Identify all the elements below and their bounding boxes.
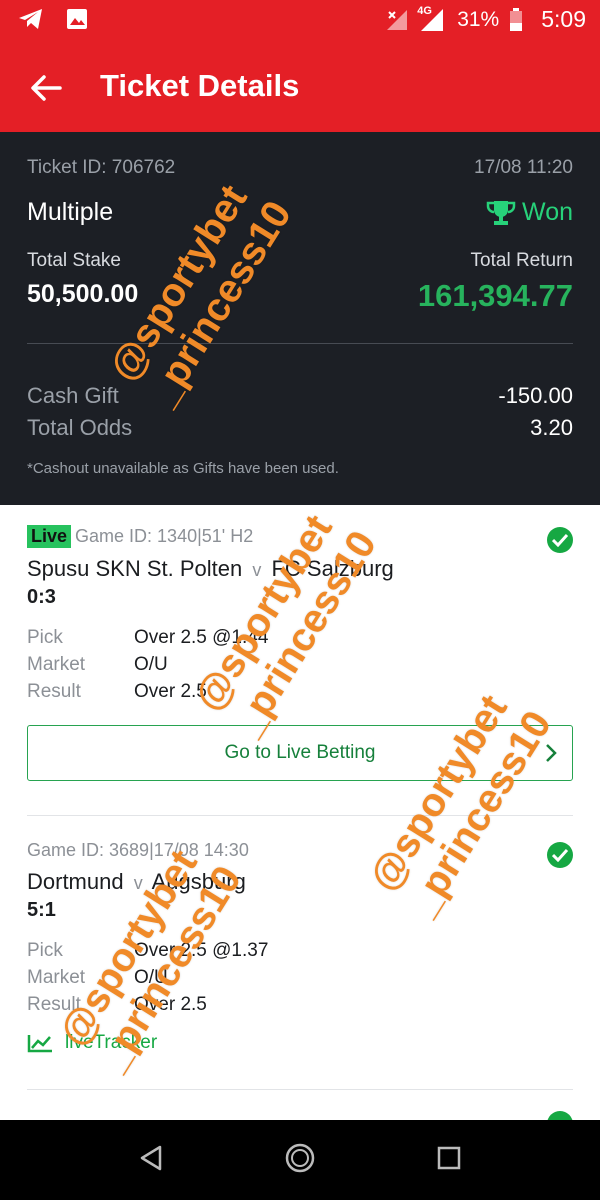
summary-divider xyxy=(27,343,573,344)
cash-gift-row: Cash Gift -150.00 xyxy=(27,383,573,409)
total-return-label: Total Return xyxy=(470,250,573,271)
status-bar: 4G 31% 5:09 xyxy=(0,0,600,42)
pick-row: Pick Over 2.5 @1.37 xyxy=(27,940,573,962)
cash-gift-value: -150.00 xyxy=(498,383,573,408)
live-tracker-link[interactable]: liveTracker xyxy=(27,1032,573,1054)
selection-card xyxy=(27,1105,573,1120)
nav-recents-button[interactable] xyxy=(437,1146,461,1175)
home-team: Spusu SKN St. Polten xyxy=(27,556,243,581)
match-score: 0:3 xyxy=(27,586,56,608)
selection-card: Live Game ID: 1340|51' H2 Spusu SKN St. … xyxy=(27,525,573,781)
result-label: Result xyxy=(27,994,81,1015)
game-info: Game ID: 1340|51' H2 xyxy=(75,526,254,546)
result-label: Result xyxy=(27,681,81,702)
ticket-id-row: Ticket ID: 706762 17/08 11:20 xyxy=(27,157,573,179)
selection-card: Game ID: 3689|17/08 14:30 Dortmund v Aug… xyxy=(27,840,573,1054)
total-odds-value: 3.20 xyxy=(530,415,573,440)
nav-back-button[interactable] xyxy=(138,1144,164,1177)
result-row: Result Over 2.5 xyxy=(27,994,573,1016)
selection-divider xyxy=(27,815,573,816)
pick-label: Pick xyxy=(27,627,63,648)
status-text: Won xyxy=(522,198,573,226)
ticket-datetime: 17/08 11:20 xyxy=(474,157,573,178)
selection-header: Live Game ID: 1340|51' H2 xyxy=(27,525,573,548)
selection-header: Game ID: 3689|17/08 14:30 xyxy=(27,840,573,861)
match-teams: Spusu SKN St. Polten v FC Salzburg xyxy=(27,556,573,582)
ticket-id: Ticket ID: 706762 xyxy=(27,157,176,178)
total-stake-value: 50,500.00 xyxy=(27,280,139,308)
market-label: Market xyxy=(27,654,86,675)
result-value: Over 2.5 xyxy=(134,994,207,1015)
versus: v xyxy=(252,560,262,580)
line-chart-icon xyxy=(27,1035,52,1053)
home-team: Dortmund xyxy=(27,869,124,894)
telegram-icon xyxy=(18,8,44,30)
battery-percent: 31% xyxy=(457,7,500,31)
pick-value: Over 2.5 @1.37 xyxy=(134,940,269,961)
match-teams: Dortmund v Augsburg xyxy=(27,869,573,895)
versus: v xyxy=(133,873,143,893)
result-row: Result Over 2.5 xyxy=(27,681,573,703)
battery-icon xyxy=(509,7,523,32)
result-value: Over 2.5 xyxy=(134,681,207,702)
check-icon xyxy=(547,527,573,553)
bet-type: Multiple xyxy=(27,198,114,226)
check-icon xyxy=(547,1111,573,1120)
nav-home-button[interactable] xyxy=(284,1142,316,1179)
cashout-note: *Cashout unavailable as Gifts have been … xyxy=(27,460,339,477)
total-odds-label: Total Odds xyxy=(27,415,133,440)
pick-value: Over 2.5 @1.44 xyxy=(134,627,269,648)
total-stake-label: Total Stake xyxy=(27,250,121,271)
away-team: FC Salzburg xyxy=(271,556,394,581)
arrow-left-icon xyxy=(31,75,62,101)
pick-label: Pick xyxy=(27,940,63,961)
market-row: Market O/U xyxy=(27,654,573,676)
4g-signal-icon: 4G xyxy=(417,4,447,33)
image-icon xyxy=(66,8,88,30)
stake-values-row: 50,500.00 161,394.77 xyxy=(27,278,573,313)
network-type-label: 4G xyxy=(417,4,432,17)
selection-details: Pick Over 2.5 @1.37 Market O/U Result Ov… xyxy=(27,940,573,1016)
market-label: Market xyxy=(27,967,86,988)
pick-row: Pick Over 2.5 @1.44 xyxy=(27,627,573,649)
trophy-icon xyxy=(486,200,516,225)
live-tracker-label: liveTracker xyxy=(65,1032,158,1053)
bet-type-row: Multiple Won xyxy=(27,198,573,227)
market-value: O/U xyxy=(134,967,168,988)
back-button[interactable] xyxy=(26,68,66,108)
chevron-right-icon xyxy=(546,744,557,762)
stake-labels-row: Total Stake Total Return xyxy=(27,250,573,272)
status-badge: Won xyxy=(486,198,573,227)
selection-divider xyxy=(27,1089,573,1090)
total-return-value: 161,394.77 xyxy=(417,278,573,313)
ticket-summary: Ticket ID: 706762 17/08 11:20 Multiple W… xyxy=(0,132,600,505)
go-to-live-betting-label: Go to Live Betting xyxy=(224,742,376,763)
game-info: Game ID: 3689|17/08 14:30 xyxy=(27,840,249,860)
go-to-live-betting-button[interactable]: Go to Live Betting xyxy=(27,725,573,781)
live-badge: Live xyxy=(27,525,72,548)
selection-details: Pick Over 2.5 @1.44 Market O/U Result Ov… xyxy=(27,627,573,703)
ticket-details-screen: 4G 31% 5:09 Ticket Details Ticket ID: 70… xyxy=(0,0,600,1200)
away-team: Augsburg xyxy=(151,869,246,894)
check-icon xyxy=(547,842,573,868)
back-triangle-icon xyxy=(140,1145,162,1171)
total-odds-row: Total Odds 3.20 xyxy=(27,415,573,441)
no-signal-icon xyxy=(385,8,409,32)
match-score: 5:1 xyxy=(27,899,56,921)
recents-square-icon xyxy=(437,1146,461,1170)
cash-gift-label: Cash Gift xyxy=(27,383,119,408)
page-title: Ticket Details xyxy=(100,68,300,103)
market-row: Market O/U xyxy=(27,967,573,989)
system-nav-bar xyxy=(0,1120,600,1200)
home-circle-icon xyxy=(285,1143,315,1173)
app-bar: Ticket Details xyxy=(0,42,600,132)
market-value: O/U xyxy=(134,654,168,675)
clock: 5:09 xyxy=(541,6,586,32)
